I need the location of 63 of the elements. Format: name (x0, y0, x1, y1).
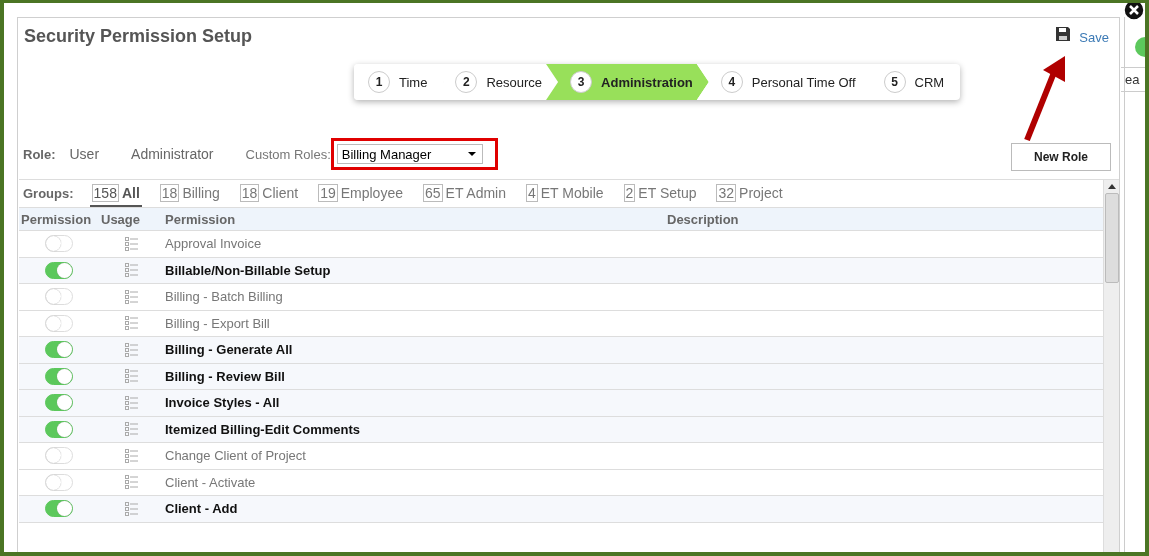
role-option[interactable]: User (69, 146, 100, 162)
permission-toggle[interactable] (45, 288, 73, 306)
list-icon[interactable] (124, 501, 138, 516)
custom-roles-label: Custom Roles: (245, 146, 331, 162)
group-tab[interactable]: 32 Project (714, 180, 785, 207)
list-icon[interactable] (124, 342, 138, 357)
permission-toggle[interactable] (45, 500, 73, 518)
scroll-thumb[interactable] (1104, 193, 1119, 283)
scroll-up-icon[interactable] (1107, 184, 1116, 189)
caret-icon (467, 152, 476, 156)
toggle-fragment (1135, 37, 1145, 57)
permission-toggle[interactable] (45, 394, 73, 412)
background-text: ea (1121, 67, 1145, 92)
list-icon[interactable] (124, 289, 138, 304)
column-header: Description (666, 211, 740, 227)
dialog-title: Security Permission Setup (24, 26, 253, 48)
save-link[interactable]: Save (1079, 30, 1109, 45)
permission-name: Itemized Billing-Edit Comments (164, 421, 361, 437)
permission-name: Change Client of Project (164, 448, 307, 464)
list-icon[interactable] (124, 422, 138, 437)
list-icon[interactable] (124, 263, 138, 278)
group-tab[interactable]: 2 ET Setup (621, 180, 699, 207)
role-label: Role: (23, 146, 56, 162)
group-tab[interactable]: 65 ET Admin (420, 180, 508, 207)
permission-name: Billable/Non-Billable Setup (164, 262, 332, 278)
permission-toggle[interactable] (45, 447, 73, 465)
permission-name: Billing - Export Bill (164, 315, 271, 331)
list-icon[interactable] (124, 395, 138, 410)
groups-label: Groups: (23, 186, 74, 201)
list-icon[interactable] (124, 369, 138, 384)
save-icon[interactable] (1055, 26, 1072, 42)
group-tab[interactable]: 18 Billing (157, 180, 222, 207)
scrollbar[interactable] (1103, 180, 1119, 552)
column-header: Usage (100, 211, 142, 227)
permission-name: Billing - Review Bill (164, 368, 286, 384)
permission-toggle[interactable] (45, 473, 73, 491)
permission-name: Client - Activate (164, 474, 257, 490)
new-role-button[interactable]: New Role (1011, 143, 1111, 171)
permission-name: Approval Invoice (164, 236, 263, 252)
permission-toggle[interactable] (45, 261, 73, 279)
group-tab[interactable]: 18 Client (237, 180, 301, 207)
column-header: Permission (164, 211, 237, 227)
list-icon[interactable] (124, 475, 138, 490)
permission-toggle[interactable] (45, 235, 73, 253)
list-icon[interactable] (124, 448, 138, 463)
permission-toggle[interactable] (45, 341, 73, 359)
permission-toggle[interactable] (45, 420, 73, 438)
group-tab[interactable]: 4 ET Mobile (524, 180, 606, 207)
permission-toggle[interactable] (45, 314, 73, 332)
wizard-step[interactable]: 3 Administration (546, 64, 709, 100)
permission-name: Client - Add (164, 501, 239, 517)
custom-role-select[interactable]: Billing Manager (336, 144, 483, 164)
list-icon[interactable] (124, 236, 138, 251)
permission-name: Invoice Styles - All (164, 395, 281, 411)
wizard-step[interactable]: 5 CRM (859, 64, 961, 100)
column-header: Permission (20, 211, 93, 227)
permission-name: Billing - Batch Billing (164, 289, 284, 305)
role-option[interactable]: Administrator (131, 146, 214, 162)
group-tab[interactable]: 19 Employee (316, 180, 405, 207)
close-icon[interactable] (1123, 3, 1145, 21)
permission-toggle[interactable] (45, 367, 73, 385)
list-icon[interactable] (124, 316, 138, 331)
permission-name: Billing - Generate All (164, 342, 294, 358)
